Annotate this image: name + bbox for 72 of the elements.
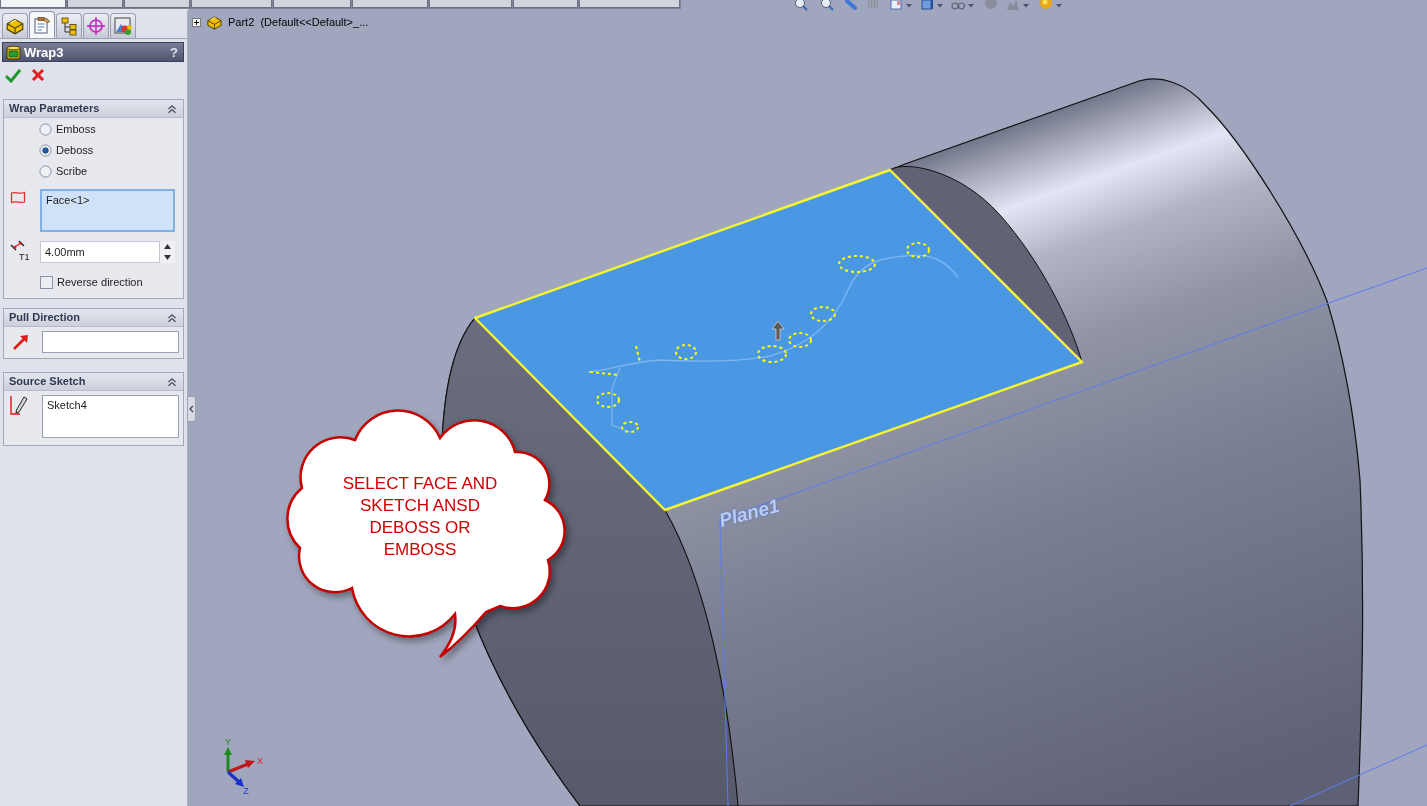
cross-icon[interactable]	[31, 68, 45, 82]
part-icon	[206, 14, 223, 31]
list-item[interactable]: Sketch4	[47, 398, 87, 412]
crosshair-icon	[86, 16, 106, 36]
ribbon-tab[interactable]	[513, 0, 578, 8]
clipboard-icon	[32, 15, 52, 35]
checkbox-option[interactable]: Reverse direction	[40, 274, 143, 291]
checkbox-icon[interactable]	[40, 276, 53, 289]
parameter-symbol: T1	[19, 253, 30, 262]
ribbon-tab[interactable]	[124, 0, 190, 8]
axis-label: Z	[243, 786, 249, 795]
glasses-icon[interactable]	[951, 0, 965, 11]
tree-item-label[interactable]: Part2 (Default<<Default>_...	[228, 17, 369, 28]
panel-tab[interactable]	[83, 13, 109, 38]
radio-option[interactable]: Emboss	[39, 119, 96, 140]
caret-icon[interactable]	[1023, 3, 1029, 8]
direction-field[interactable]	[42, 331, 179, 353]
ribbon-tab[interactable]	[191, 0, 272, 8]
panel-tab[interactable]	[29, 11, 55, 38]
radio-option[interactable]: Scribe	[39, 161, 88, 182]
ribbon-tab[interactable]	[429, 0, 512, 8]
panel-collapse-handle[interactable]	[187, 396, 196, 422]
panel-tab[interactable]	[2, 13, 28, 38]
arrow-icon	[12, 333, 30, 351]
caret-icon[interactable]	[937, 3, 943, 8]
panel-tab[interactable]	[110, 13, 136, 38]
radio-icon[interactable]	[39, 123, 52, 136]
callout-text: SELECT FACE AND SKETCH ANSD DEBOSS OR EMBOSS	[341, 473, 499, 561]
capsule-icon[interactable]	[844, 0, 858, 11]
chevron-icon[interactable]	[189, 405, 194, 413]
ribbon-tab[interactable]	[0, 0, 66, 8]
thickness-field[interactable]: 4.00mm	[40, 241, 160, 263]
checkmark-icon[interactable]	[5, 67, 21, 83]
spin-up-icon[interactable]	[164, 244, 171, 249]
help-button[interactable]: ?	[168, 45, 180, 59]
dimension-icon	[10, 240, 26, 252]
radio-option[interactable]: Deboss	[39, 140, 94, 161]
ribbon-tab[interactable]	[579, 0, 680, 8]
sketch-icon	[8, 395, 28, 417]
axis-label: X	[257, 756, 263, 766]
palette-icon	[113, 16, 133, 36]
radio-icon[interactable]	[39, 165, 52, 178]
part-icon	[5, 16, 25, 36]
group-heading: Wrap Parameters	[9, 103, 100, 114]
collapse-icon[interactable]	[167, 103, 177, 114]
spin-down-icon[interactable]	[164, 255, 171, 260]
zoom-icon[interactable]	[794, 0, 808, 11]
ribbon-tab[interactable]	[67, 0, 123, 8]
radio-icon[interactable]	[39, 144, 52, 157]
caret-icon[interactable]	[968, 3, 974, 8]
collapse-icon[interactable]	[167, 312, 177, 323]
caret-icon[interactable]	[906, 3, 912, 8]
collapse-icon[interactable]	[167, 376, 177, 387]
ribbon-tab[interactable]	[352, 0, 428, 8]
expand-icon[interactable]	[192, 18, 201, 27]
page-icon[interactable]	[889, 0, 903, 11]
face-icon	[10, 191, 26, 204]
caret-icon[interactable]	[1056, 3, 1062, 8]
up-arrow-icon	[771, 320, 785, 341]
selection-list[interactable]: Sketch4	[42, 395, 179, 438]
selection-list[interactable]: Face<1>	[40, 189, 175, 232]
panel-tab[interactable]	[56, 13, 82, 38]
panel-title: Wrap3	[24, 45, 64, 59]
zoom-icon[interactable]	[820, 0, 834, 11]
group-heading: Source Sketch	[9, 376, 86, 387]
group-heading: Pull Direction	[9, 312, 80, 323]
list-item[interactable]: Face<1>	[46, 193, 90, 207]
hierarchy-icon	[59, 16, 79, 36]
plane-label: Plane1	[717, 495, 782, 530]
axis-label: Y	[225, 737, 231, 747]
wrap-feature-icon	[6, 44, 21, 60]
ribbon-tab[interactable]	[273, 0, 351, 8]
